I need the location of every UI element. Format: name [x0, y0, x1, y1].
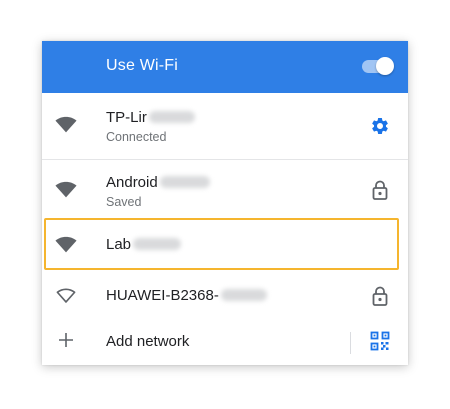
wifi-signal-outline-icon — [56, 288, 76, 303]
lock-icon — [372, 286, 388, 306]
network-status: Connected — [106, 130, 167, 144]
qr-code-icon[interactable] — [370, 331, 390, 351]
redacted-text — [148, 111, 195, 123]
network-item-huawei[interactable]: HUAWEI-B2368- — [42, 273, 408, 319]
network-item-saved[interactable]: Android Saved — [42, 160, 408, 220]
vertical-separator — [350, 332, 351, 354]
network-status: Saved — [106, 195, 142, 209]
gear-icon[interactable] — [370, 116, 390, 136]
use-wifi-label: Use Wi-Fi — [106, 57, 179, 74]
wifi-toggle[interactable] — [362, 57, 394, 75]
network-ssid: TP-Lir — [106, 109, 147, 126]
wifi-settings-panel: Use Wi-Fi TP-Lir Connected Android Saved — [42, 41, 408, 365]
lock-icon — [372, 180, 388, 200]
highlight-box — [44, 218, 399, 270]
add-network-label: Add network — [106, 333, 190, 350]
redacted-text — [220, 289, 267, 301]
network-ssid: HUAWEI-B2368- — [106, 287, 219, 304]
wifi-signal-full-icon — [55, 181, 77, 198]
wifi-signal-full-icon — [55, 116, 77, 133]
add-network-item[interactable]: Add network — [42, 323, 408, 365]
use-wifi-header[interactable]: Use Wi-Fi — [42, 41, 408, 93]
network-item-connected[interactable]: TP-Lir Connected — [42, 93, 408, 159]
redacted-text — [159, 176, 210, 188]
wifi-toggle-thumb — [376, 57, 394, 75]
network-ssid: Android — [106, 174, 158, 191]
plus-icon — [59, 333, 73, 347]
